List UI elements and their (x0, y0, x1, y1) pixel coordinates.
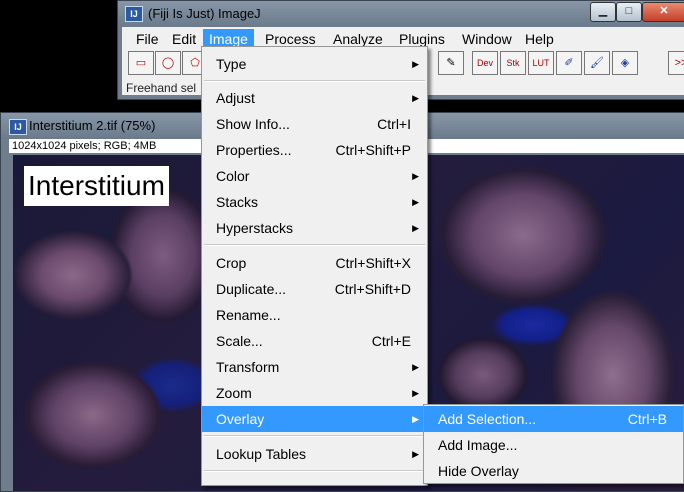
fiji-window-title: (Fiji Is Just) ImageJ (148, 6, 261, 21)
image-text-label: Interstitium (24, 166, 169, 206)
menu-item-add-selection[interactable]: Add Selection... Ctrl+B (424, 406, 683, 432)
menu-separator (204, 80, 425, 82)
imagej-app-icon: IJ (125, 6, 143, 22)
submenu-arrow-icon: ▶ (412, 223, 419, 233)
dev-menu-button[interactable]: Dev (472, 51, 498, 75)
menu-item-type[interactable]: Type ▶ (202, 51, 427, 77)
submenu-arrow-icon: ▶ (412, 388, 419, 398)
maximize-button[interactable]: □ (616, 2, 642, 22)
menu-separator (204, 435, 425, 437)
flood-fill-tool-icon[interactable]: ◈ (612, 51, 638, 75)
fiji-titlebar[interactable]: IJ (Fiji Is Just) ImageJ ▁ □ ✕ (118, 1, 684, 27)
imagej-app-icon: IJ (9, 119, 27, 135)
menu-edit[interactable]: Edit (166, 29, 202, 49)
more-tools-button[interactable]: >> (668, 51, 684, 75)
menu-item-hide-overlay[interactable]: Hide Overlay (424, 458, 683, 484)
menu-separator (204, 470, 425, 472)
menu-item-overlay[interactable]: Overlay ▶ (202, 406, 427, 432)
close-button[interactable]: ✕ (642, 2, 684, 22)
menu-window[interactable]: Window (456, 29, 518, 49)
menu-file[interactable]: File (130, 29, 165, 49)
image-menu-dropdown: Type ▶ Adjust ▶ Show Info... Ctrl+I Propert… (201, 46, 428, 486)
overlay-submenu: Add Selection... Ctrl+B Add Image... Hide… (423, 404, 684, 484)
submenu-arrow-icon: ▶ (412, 197, 419, 207)
submenu-arrow-icon: ▶ (412, 414, 419, 424)
menu-item-scale[interactable]: Scale... Ctrl+E (202, 328, 427, 354)
submenu-arrow-icon: ▶ (412, 171, 419, 181)
menu-item-hyperstacks[interactable]: Hyperstacks ▶ (202, 215, 427, 241)
menu-item-crop[interactable]: Crop Ctrl+Shift+X (202, 250, 427, 276)
oval-tool-icon[interactable]: ◯ (155, 51, 181, 75)
minimize-button[interactable]: ▁ (590, 2, 616, 22)
menu-item-add-image[interactable]: Add Image... (424, 432, 683, 458)
menu-item-show-info[interactable]: Show Info... Ctrl+I (202, 111, 427, 137)
menu-item-lookup-tables[interactable]: Lookup Tables ▶ (202, 441, 427, 467)
rectangle-tool-icon[interactable]: ▭ (128, 51, 154, 75)
lut-menu-button[interactable]: LUT (528, 51, 554, 75)
submenu-arrow-icon: ▶ (412, 362, 419, 372)
menu-help[interactable]: Help (519, 29, 560, 49)
menu-separator (204, 244, 425, 246)
menu-item-color[interactable]: Color ▶ (202, 163, 427, 189)
menu-item-adjust[interactable]: Adjust ▶ (202, 85, 427, 111)
submenu-arrow-icon: ▶ (412, 93, 419, 103)
brush-tool-icon[interactable]: 🖌 (584, 51, 610, 75)
status-bar: Freehand sel (126, 81, 197, 95)
submenu-arrow-icon: ▶ (412, 59, 419, 69)
menu-item-duplicate[interactable]: Duplicate... Ctrl+Shift+D (202, 276, 427, 302)
menu-item-zoom[interactable]: Zoom ▶ (202, 380, 427, 406)
color-picker-icon[interactable]: ✎ (438, 51, 464, 75)
menu-item-stacks[interactable]: Stacks ▶ (202, 189, 427, 215)
submenu-arrow-icon: ▶ (412, 449, 419, 459)
menu-item-properties[interactable]: Properties... Ctrl+Shift+P (202, 137, 427, 163)
menu-item-transform[interactable]: Transform ▶ (202, 354, 427, 380)
stk-menu-button[interactable]: Stk (500, 51, 526, 75)
menu-item-rename[interactable]: Rename... (202, 302, 427, 328)
pencil-tool-icon[interactable]: ✐ (556, 51, 582, 75)
image-window-title: Interstitium 2.tif (75%) (29, 118, 156, 133)
